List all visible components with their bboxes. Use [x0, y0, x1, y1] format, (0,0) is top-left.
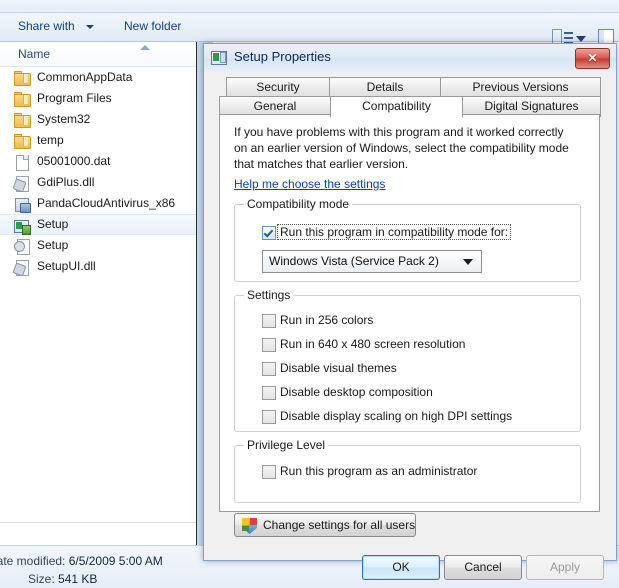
setting-dpi-scaling-label: Disable display scaling on high DPI sett…	[280, 409, 513, 423]
dll-icon	[12, 259, 30, 277]
folder-icon	[14, 133, 31, 149]
compatibility-tab-page: If you have problems with this program a…	[219, 114, 600, 537]
status-date-modified-value: 6/5/2009 5:00 AM	[68, 554, 163, 568]
new-folder-button[interactable]: New folder	[124, 19, 181, 33]
compatibility-mode-select[interactable]: Windows Vista (Service Pack 2)	[262, 250, 482, 273]
folder-icon	[14, 70, 31, 86]
setting-visual-themes-label: Disable visual themes	[280, 361, 397, 375]
setting-640x480-checkbox[interactable]	[262, 338, 276, 352]
explorer-list-border	[196, 42, 197, 545]
tab-previous-versions[interactable]: Previous Versions	[440, 77, 601, 98]
privilege-level-group: Privilege Level Run this program as an a…	[234, 438, 581, 503]
list-item[interactable]: Setup	[0, 235, 197, 256]
list-item[interactable]: GdiPlus.dll	[0, 172, 197, 193]
file-icon	[14, 154, 30, 171]
list-item-label: System32	[37, 112, 91, 126]
compatibility-mode-select-value: Windows Vista (Service Pack 2)	[269, 254, 439, 268]
list-item-label: Program Files	[37, 91, 112, 105]
setting-visual-themes-checkbox[interactable]	[262, 362, 276, 376]
run-as-administrator-checkbox[interactable]	[262, 465, 276, 479]
uac-shield-icon	[242, 518, 257, 534]
setting-desktop-composition-checkbox[interactable]	[262, 386, 276, 400]
column-header-name[interactable]: Name	[0, 42, 197, 67]
status-size-label: Size:	[28, 572, 55, 586]
tab-details[interactable]: Details	[329, 77, 441, 98]
config-icon	[14, 238, 30, 255]
list-item[interactable]: CommonAppData	[0, 67, 197, 88]
list-item-selected[interactable]: Setup	[0, 214, 197, 235]
tab-security[interactable]: Security	[226, 77, 330, 98]
description-text: If you have problems with this program a…	[234, 125, 569, 171]
tab-compatibility[interactable]: Compatibility	[330, 96, 463, 118]
list-item-label: 05001000.dat	[37, 154, 111, 168]
list-item-label: temp	[37, 133, 64, 147]
compatibility-mode-group: Compatibility mode Run this program in c…	[234, 197, 581, 282]
settings-group: Settings Run in 256 colors Run in 640 x …	[234, 288, 581, 432]
cancel-button[interactable]: Cancel	[444, 555, 522, 580]
status-date-modified: Date modified: 6/5/2009 5:00 AM	[0, 554, 163, 568]
list-item-label: GdiPlus.dll	[37, 175, 95, 189]
setup-app-icon	[211, 50, 227, 65]
change-settings-all-users-label: Change settings for all users	[263, 518, 416, 532]
change-settings-all-users-button[interactable]: Change settings for all users	[234, 513, 416, 537]
share-with-button[interactable]: Share with	[18, 19, 75, 33]
column-header-label: Name	[18, 47, 51, 61]
dialog-title-bar[interactable]: Setup Properties ✕	[204, 44, 616, 73]
list-item-label: Setup	[37, 238, 69, 252]
run-as-administrator-label: Run this program as an administrator	[280, 464, 478, 478]
folder-icon	[14, 112, 31, 128]
privilege-level-group-label: Privilege Level	[244, 438, 329, 452]
list-item[interactable]: 05001000.dat	[0, 151, 197, 172]
chevron-down-icon[interactable]	[463, 259, 473, 265]
view-options-chevron-down-icon[interactable]	[576, 36, 586, 42]
setting-640x480-label: Run in 640 x 480 screen resolution	[280, 337, 466, 351]
compatibility-mode-checkbox-label: Run this program in compatibility mode f…	[276, 224, 512, 240]
compatibility-mode-group-label: Compatibility mode	[244, 197, 353, 211]
list-item-label: PandaCloudAntivirus_x86	[37, 196, 176, 210]
close-icon: ✕	[587, 51, 598, 65]
apply-button: Apply	[526, 555, 604, 580]
list-status-divider	[0, 522, 197, 523]
installer-icon	[14, 196, 31, 213]
status-size-value: 541 KB	[58, 572, 98, 586]
list-item-label: CommonAppData	[37, 70, 133, 84]
close-button[interactable]: ✕	[575, 48, 610, 69]
setup-app-icon	[14, 218, 31, 235]
setting-desktop-composition-label: Disable desktop composition	[280, 385, 433, 399]
list-item[interactable]: SetupUI.dll	[0, 256, 197, 277]
compatibility-mode-checkbox[interactable]	[262, 226, 276, 240]
list-item[interactable]: System32	[0, 109, 197, 130]
screen: Share with New folder Name CommonAppData	[0, 0, 619, 588]
settings-group-label: Settings	[244, 288, 294, 302]
dialog-title: Setup Properties	[234, 49, 331, 64]
file-list[interactable]: CommonAppData Program Files System32 tem…	[0, 67, 197, 522]
setting-dpi-scaling-checkbox[interactable]	[262, 410, 276, 424]
share-with-chevron-down-icon[interactable]	[86, 25, 94, 29]
list-item-label: SetupUI.dll	[37, 259, 96, 273]
dll-icon	[12, 175, 30, 193]
setting-256-colors-label: Run in 256 colors	[280, 313, 374, 327]
status-date-modified-label: Date modified:	[0, 554, 66, 568]
explorer-toolbar: Share with New folder	[0, 13, 619, 49]
folder-icon	[14, 91, 31, 107]
list-item-label: Setup	[37, 217, 69, 231]
setup-properties-dialog: Setup Properties ✕ Security Details Prev…	[203, 43, 617, 580]
help-choose-settings-link[interactable]: Help me choose the settings	[234, 177, 385, 191]
sort-ascending-icon	[140, 45, 150, 50]
list-item[interactable]: PandaCloudAntivirus_x86	[0, 193, 197, 214]
window-top-strip	[0, 0, 619, 13]
dialog-body: Security Details Previous Versions Gener…	[204, 72, 616, 580]
list-item[interactable]: Program Files	[0, 88, 197, 109]
tab-strip: Security Details Previous Versions Gener…	[219, 77, 601, 118]
ok-button[interactable]: OK	[362, 555, 440, 580]
setting-256-colors-checkbox[interactable]	[262, 314, 276, 328]
status-size: Size: 541 KB	[28, 572, 97, 586]
list-item[interactable]: temp	[0, 130, 197, 151]
